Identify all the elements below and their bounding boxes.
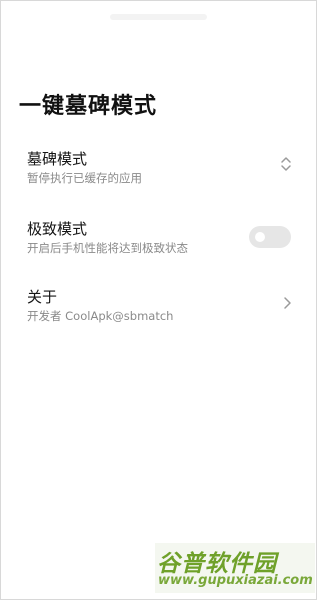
- setting-extreme-mode[interactable]: 极致模式 开启后手机性能将达到极致状态: [0, 218, 317, 266]
- setting-tombstone-mode[interactable]: 墓碑模式 暂停执行已缓存的应用: [0, 148, 317, 196]
- chevron-right-icon[interactable]: [282, 296, 292, 310]
- updown-chevron-icon[interactable]: [280, 156, 292, 172]
- setting-subtitle: 开启后手机性能将达到极致状态: [27, 241, 188, 255]
- setting-about[interactable]: 关于 开发者 CoolApk@sbmatch: [0, 286, 317, 334]
- setting-subtitle: 暂停执行已缓存的应用: [27, 171, 142, 185]
- watermark-logo: 谷普软件园 www.gupuxiazai.com: [155, 543, 315, 593]
- page-title: 一键墓碑模式: [19, 94, 158, 119]
- status-bar: [110, 14, 207, 20]
- setting-title: 极致模式: [27, 220, 88, 238]
- watermark-url: www.gupuxiazai.com: [158, 573, 313, 588]
- toggle-knob: [255, 232, 265, 242]
- extreme-mode-toggle[interactable]: [249, 226, 291, 248]
- setting-subtitle: 开发者 CoolApk@sbmatch: [27, 309, 174, 323]
- setting-title: 关于: [27, 288, 58, 306]
- setting-title: 墓碑模式: [27, 150, 88, 168]
